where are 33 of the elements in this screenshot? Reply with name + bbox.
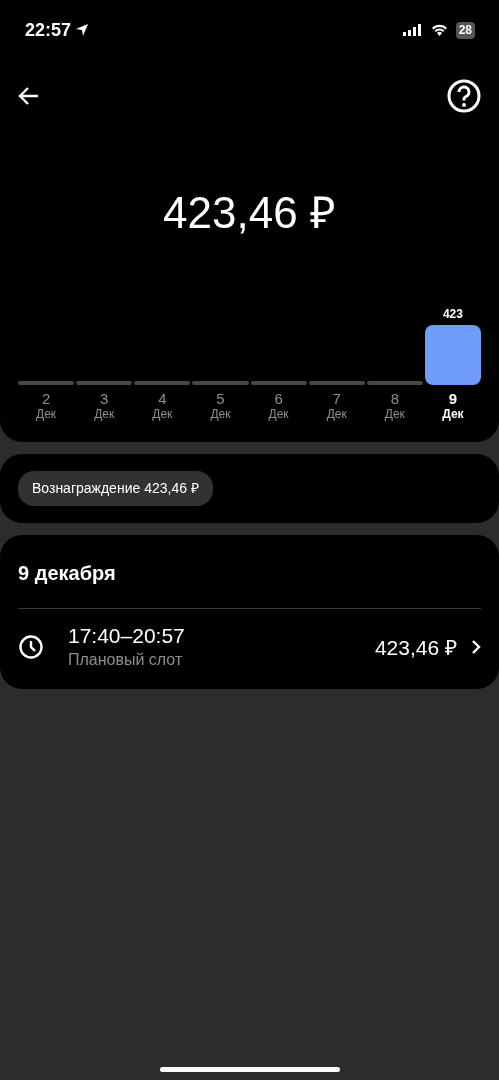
day-month: Дек	[210, 407, 231, 422]
day-month: Дек	[36, 407, 57, 422]
day-number: 4	[158, 390, 167, 408]
day-month: Дек	[384, 407, 405, 422]
day-month: Дек	[268, 407, 289, 422]
back-arrow-icon[interactable]	[18, 86, 40, 106]
total-amount: 423,46 ₽	[162, 187, 337, 239]
day-month: Дек	[94, 407, 115, 422]
reward-chip: Вознаграждение 423,46 ₽	[18, 470, 213, 506]
day-number: 3	[100, 390, 109, 408]
bar-value: 423	[442, 305, 463, 323]
battery-indicator: 28	[455, 21, 475, 39]
day-month: Дек	[442, 407, 464, 422]
wifi-icon	[430, 24, 448, 36]
day-month: Дек	[152, 407, 173, 422]
day-number: 8	[390, 390, 399, 408]
date-heading: 9 декабря	[18, 560, 117, 586]
location-arrow-icon	[75, 23, 90, 37]
slot-time: 17:40–20:57	[68, 622, 185, 648]
signal-icon	[402, 24, 423, 36]
day-number: 5	[216, 390, 225, 408]
day-month: Дек	[326, 407, 347, 422]
chart-bar[interactable]	[424, 324, 481, 385]
slot-amount: 423,46 ₽	[374, 634, 457, 661]
help-icon[interactable]	[447, 79, 481, 113]
slot-label: Плановый слот	[68, 649, 184, 670]
status-time: 22:57	[25, 18, 72, 42]
day-number: 2	[41, 390, 51, 408]
chevron-right-icon[interactable]	[471, 639, 481, 656]
day-number: 6	[274, 390, 283, 408]
clock-icon	[18, 634, 44, 661]
day-number: 9	[448, 390, 458, 408]
day-number: 7	[332, 390, 341, 408]
